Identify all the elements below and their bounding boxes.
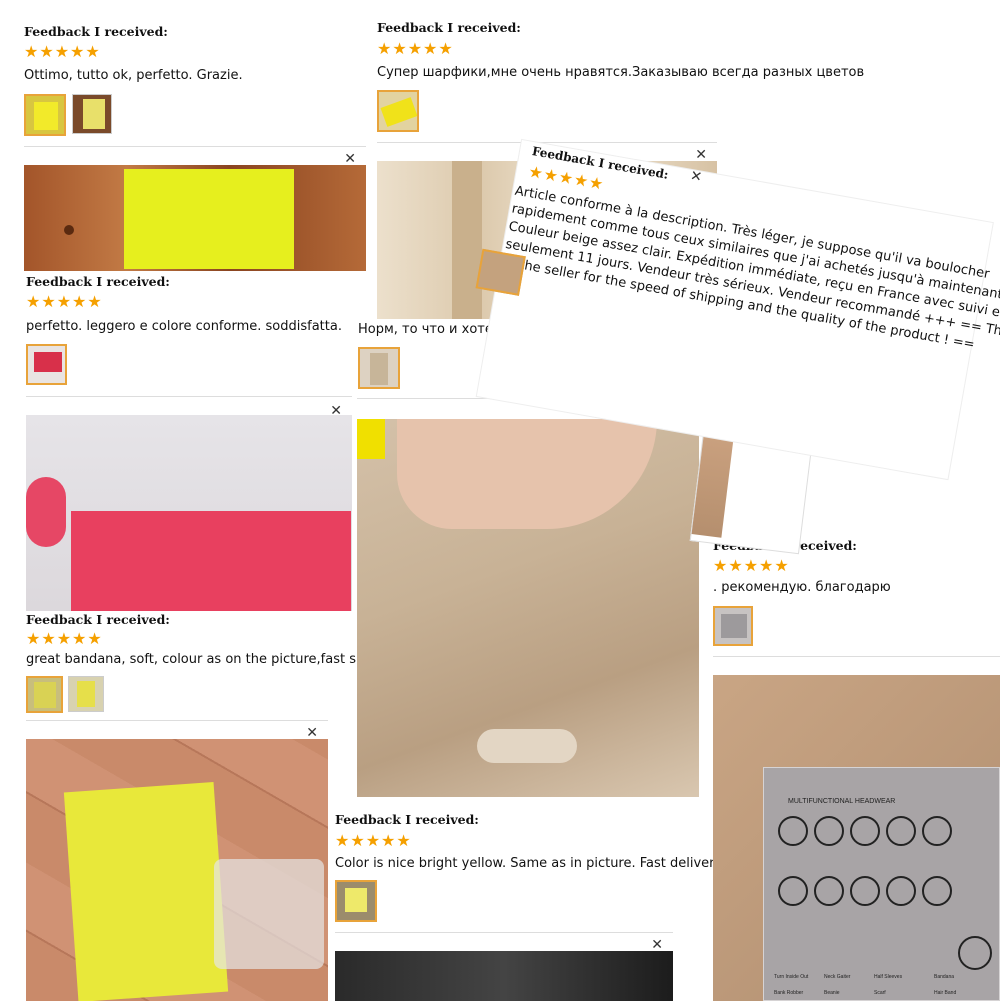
review-thumbnail[interactable]	[24, 94, 66, 136]
product-package: MULTIFUNCTIONAL HEADWEAR Turn Inside Out…	[763, 767, 1000, 1001]
package-caption: Half Sleeves	[874, 974, 903, 980]
feedback-heading: Feedback I received:	[377, 20, 521, 35]
package-icons	[778, 816, 992, 996]
review-thumbnail[interactable]	[358, 347, 400, 389]
close-icon[interactable]: ✕	[689, 168, 703, 186]
review-photo[interactable]	[335, 951, 673, 1001]
review-photo[interactable]	[26, 415, 352, 611]
rating-stars: ★★★★★	[26, 629, 103, 648]
package-caption: Hair Band	[934, 990, 957, 996]
feedback-heading: Feedback I received:	[24, 24, 168, 39]
review-text: great bandana, soft, colour as on the pi…	[26, 652, 411, 667]
package-caption: Turn Inside Out	[774, 974, 809, 980]
review-card: Feedback I received: ★★★★★ great bandana…	[0, 612, 410, 716]
package-caption: Bank Robber	[774, 990, 804, 996]
review-thumbnail[interactable]	[377, 90, 419, 132]
image-viewer: MULTIFUNCTIONAL HEADWEAR Turn Inside Out…	[713, 656, 1000, 1001]
image-viewer: ✕	[26, 396, 352, 611]
package-caption: Beanie	[824, 990, 840, 996]
package-label: MULTIFUNCTIONAL HEADWEAR	[788, 798, 896, 805]
review-text: Супер шарфики,мне очень нравятся.Заказыв…	[377, 65, 865, 80]
rating-stars: ★★★★★	[335, 831, 412, 850]
review-text: . рекомендую. благодарю	[713, 580, 891, 595]
image-viewer: ✕	[335, 932, 673, 1001]
rating-stars: ★★★★★	[713, 556, 790, 575]
review-card: Feedback I received: ★★★★★ Супер шарфики…	[370, 0, 864, 140]
feedback-heading: Feedback I received:	[26, 274, 170, 289]
feedback-heading: Feedback I received:	[335, 812, 479, 827]
review-photo[interactable]: MULTIFUNCTIONAL HEADWEAR Turn Inside Out…	[713, 675, 1000, 1001]
rating-stars: ★★★★★	[377, 39, 454, 58]
review-thumbnail[interactable]	[68, 676, 104, 712]
review-card: Feedback I received: ★★★★★ . рекомендую.…	[706, 536, 1000, 652]
package-caption: Scarf	[874, 990, 886, 996]
review-card: Feedback I received: ★★★★★ Color is nice…	[330, 808, 722, 930]
feedback-heading: Feedback I received:	[26, 612, 170, 627]
review-thumbnail[interactable]	[713, 606, 753, 646]
review-photo[interactable]	[26, 739, 328, 1001]
review-text: Color is nice bright yellow. Same as in …	[335, 856, 723, 871]
review-thumbnail[interactable]	[26, 344, 67, 385]
rating-stars: ★★★★★	[26, 292, 103, 311]
package-caption: Neck Gaiter	[824, 974, 851, 980]
review-thumbnail[interactable]	[475, 248, 526, 296]
review-photo[interactable]	[24, 165, 366, 271]
image-viewer: ✕	[26, 720, 328, 1001]
review-thumbnail[interactable]	[72, 94, 112, 134]
review-card: Feedback I received: ★★★★★ Ottimo, tutto…	[0, 0, 370, 145]
review-photo[interactable]	[357, 419, 699, 797]
rating-stars: ★★★★★	[24, 42, 101, 61]
review-text: perfetto. leggero e colore conforme. sod…	[26, 319, 342, 334]
image-viewer: ✕	[357, 398, 699, 798]
image-viewer: ✕	[24, 146, 366, 271]
package-caption: Bandana	[934, 974, 955, 980]
review-thumbnail[interactable]	[335, 880, 377, 922]
review-text: Ottimo, tutto ok, perfetto. Grazie.	[24, 68, 243, 83]
review-thumbnail[interactable]	[26, 676, 63, 713]
review-card: Feedback I received: ★★★★★ perfetto. leg…	[0, 272, 360, 392]
